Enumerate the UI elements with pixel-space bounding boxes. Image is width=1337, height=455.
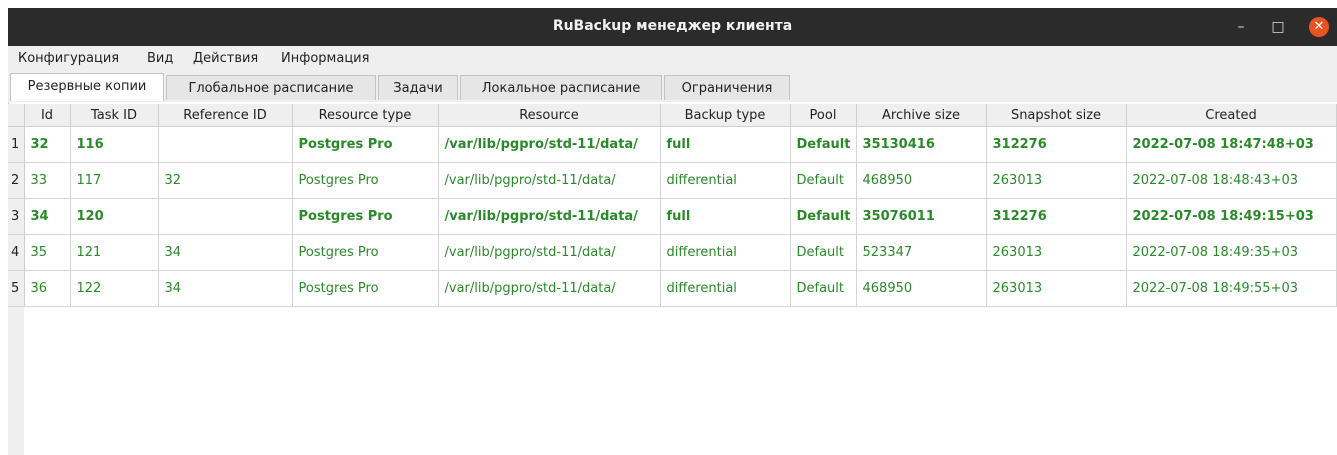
row-number[interactable]: 3: [8, 198, 25, 235]
cell-archive-size[interactable]: 35076011: [856, 198, 987, 235]
minimize-button[interactable]: –: [1231, 17, 1251, 37]
table-header-row: Id Task ID Reference ID Resource type Re…: [8, 104, 1337, 127]
row-number[interactable]: 1: [8, 126, 25, 163]
cell-id[interactable]: 32: [24, 126, 71, 163]
menu-actions[interactable]: Действия: [193, 51, 258, 66]
tab-local-schedule[interactable]: Локальное расписание: [460, 75, 662, 100]
cell-pool[interactable]: Default: [790, 162, 857, 199]
cell-resource[interactable]: /var/lib/pgpro/std-11/data/: [438, 126, 661, 163]
cell-resource-type[interactable]: Postgres Pro: [292, 126, 439, 163]
cell-backup-type[interactable]: differential: [660, 162, 791, 199]
tab-tasks[interactable]: Задачи: [378, 75, 458, 100]
cell-backup-type[interactable]: full: [660, 198, 791, 235]
cell-created[interactable]: 2022-07-08 18:49:35+03: [1126, 234, 1337, 271]
cell-snapshot-size[interactable]: 263013: [986, 162, 1127, 199]
maximize-button[interactable]: □: [1268, 17, 1288, 37]
cell-resource[interactable]: /var/lib/pgpro/std-11/data/: [438, 270, 661, 307]
cell-task-id[interactable]: 116: [70, 126, 159, 163]
cell-snapshot-size[interactable]: 312276: [986, 126, 1127, 163]
cell-resource-type[interactable]: Postgres Pro: [292, 234, 439, 271]
column-header-resource[interactable]: Resource: [438, 104, 661, 127]
column-header-pool[interactable]: Pool: [790, 104, 857, 127]
row-number[interactable]: 5: [8, 270, 25, 307]
tab-global-schedule[interactable]: Глобальное расписание: [166, 75, 376, 100]
menu-information[interactable]: Информация: [281, 51, 369, 66]
cell-pool[interactable]: Default: [790, 270, 857, 307]
cell-resource-type[interactable]: Postgres Pro: [292, 162, 439, 199]
table-corner[interactable]: [8, 104, 25, 127]
cell-task-id[interactable]: 121: [70, 234, 159, 271]
window-titlebar[interactable]: RuBackup менеджер клиента – □ ✕: [8, 8, 1337, 46]
cell-resource[interactable]: /var/lib/pgpro/std-11/data/: [438, 234, 661, 271]
cell-reference-id[interactable]: 34: [158, 234, 293, 271]
cell-archive-size[interactable]: 523347: [856, 234, 987, 271]
backups-table: Id Task ID Reference ID Resource type Re…: [8, 104, 1337, 307]
column-header-task-id[interactable]: Task ID: [70, 104, 159, 127]
cell-resource-type[interactable]: Postgres Pro: [292, 198, 439, 235]
column-header-reference-id[interactable]: Reference ID: [158, 104, 293, 127]
cell-id[interactable]: 34: [24, 198, 71, 235]
cell-created[interactable]: 2022-07-08 18:48:43+03: [1126, 162, 1337, 199]
tab-bar: Резервные копии Глобальное расписание За…: [8, 72, 1337, 102]
cell-task-id[interactable]: 120: [70, 198, 159, 235]
tab-restrictions[interactable]: Ограничения: [664, 75, 790, 100]
cell-pool[interactable]: Default: [790, 126, 857, 163]
menubar: Конфигурация Вид Действия Информация: [8, 46, 1337, 72]
table-row[interactable]: 5 36 122 34 Postgres Pro /var/lib/pgpro/…: [8, 270, 1337, 307]
menu-view[interactable]: Вид: [147, 51, 173, 66]
menu-configuration[interactable]: Конфигурация: [18, 51, 119, 66]
cell-reference-id[interactable]: [158, 198, 293, 235]
cell-backup-type[interactable]: differential: [660, 270, 791, 307]
column-header-backup-type[interactable]: Backup type: [660, 104, 791, 127]
cell-pool[interactable]: Default: [790, 234, 857, 271]
cell-snapshot-size[interactable]: 263013: [986, 270, 1127, 307]
cell-task-id[interactable]: 117: [70, 162, 159, 199]
window-title: RuBackup менеджер клиента: [552, 18, 793, 34]
close-button[interactable]: ✕: [1309, 17, 1329, 37]
cell-reference-id[interactable]: [158, 126, 293, 163]
cell-reference-id[interactable]: 32: [158, 162, 293, 199]
cell-archive-size[interactable]: 35130416: [856, 126, 987, 163]
cell-snapshot-size[interactable]: 312276: [986, 198, 1127, 235]
cell-archive-size[interactable]: 468950: [856, 162, 987, 199]
table-row[interactable]: 4 35 121 34 Postgres Pro /var/lib/pgpro/…: [8, 234, 1337, 271]
table-row[interactable]: 2 33 117 32 Postgres Pro /var/lib/pgpro/…: [8, 162, 1337, 199]
cell-created[interactable]: 2022-07-08 18:49:55+03: [1126, 270, 1337, 307]
cell-reference-id[interactable]: 34: [158, 270, 293, 307]
cell-resource[interactable]: /var/lib/pgpro/std-11/data/: [438, 162, 661, 199]
cell-task-id[interactable]: 122: [70, 270, 159, 307]
cell-created[interactable]: 2022-07-08 18:49:15+03: [1126, 198, 1337, 235]
table-row[interactable]: 1 32 116 Postgres Pro /var/lib/pgpro/std…: [8, 126, 1337, 163]
row-number[interactable]: 2: [8, 162, 25, 199]
cell-id[interactable]: 35: [24, 234, 71, 271]
column-header-resource-type[interactable]: Resource type: [292, 104, 439, 127]
cell-backup-type[interactable]: full: [660, 126, 791, 163]
cell-id[interactable]: 33: [24, 162, 71, 199]
table-row[interactable]: 3 34 120 Postgres Pro /var/lib/pgpro/std…: [8, 198, 1337, 235]
cell-created[interactable]: 2022-07-08 18:47:48+03: [1126, 126, 1337, 163]
cell-resource-type[interactable]: Postgres Pro: [292, 270, 439, 307]
row-number[interactable]: 4: [8, 234, 25, 271]
column-header-snapshot-size[interactable]: Snapshot size: [986, 104, 1127, 127]
cell-snapshot-size[interactable]: 263013: [986, 234, 1127, 271]
cell-id[interactable]: 36: [24, 270, 71, 307]
column-header-archive-size[interactable]: Archive size: [856, 104, 987, 127]
cell-resource[interactable]: /var/lib/pgpro/std-11/data/: [438, 198, 661, 235]
cell-archive-size[interactable]: 468950: [856, 270, 987, 307]
column-header-created[interactable]: Created: [1126, 104, 1337, 127]
column-header-id[interactable]: Id: [24, 104, 71, 127]
cell-pool[interactable]: Default: [790, 198, 857, 235]
cell-backup-type[interactable]: differential: [660, 234, 791, 271]
tab-backups[interactable]: Резервные копии: [10, 73, 164, 101]
